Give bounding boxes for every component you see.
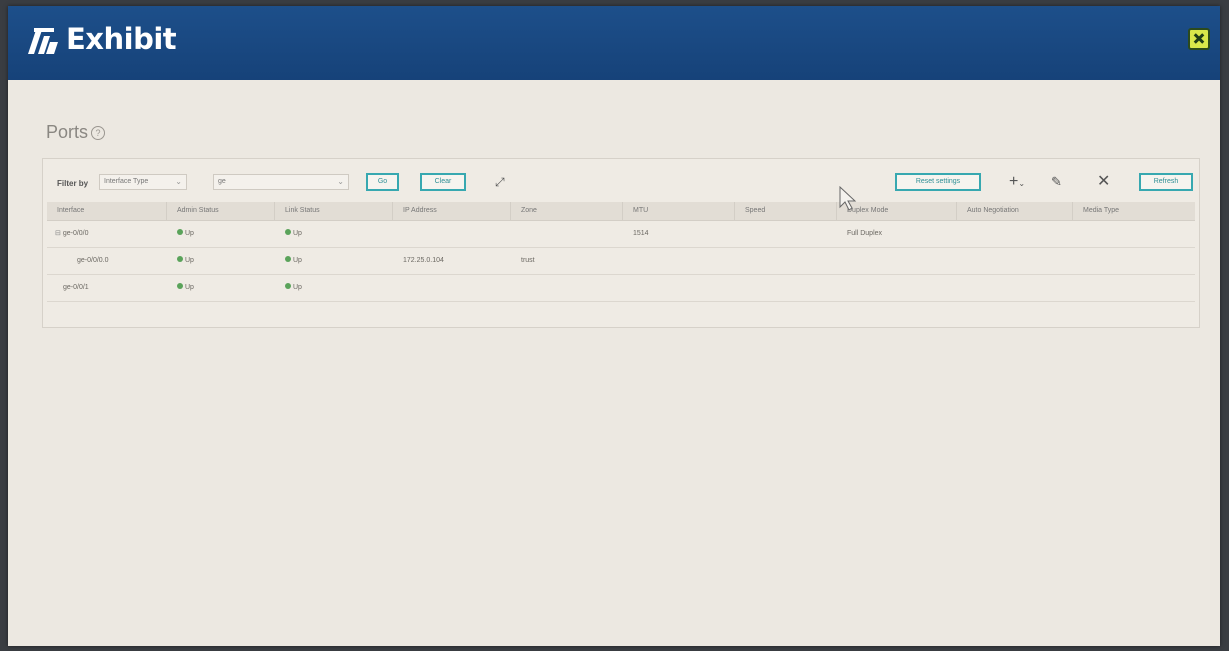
interface-name: ge-0/0/0 bbox=[62, 230, 89, 237]
exhibit-logo-icon bbox=[28, 28, 58, 54]
page-title: Ports? bbox=[46, 122, 106, 143]
link-status-cell: Up bbox=[285, 248, 302, 274]
admin-status-cell: Up bbox=[177, 248, 194, 274]
admin-status-text: Up bbox=[185, 257, 194, 264]
admin-status-cell: Up bbox=[177, 275, 194, 301]
exhibit-window: Exhibit Ports? Filter by Interface Type … bbox=[8, 6, 1220, 646]
clear-button[interactable]: Clear bbox=[420, 173, 466, 191]
admin-status-text: Up bbox=[185, 284, 194, 291]
filter-value-input[interactable]: ge ⌄ bbox=[213, 174, 349, 190]
mouse-cursor-icon bbox=[839, 186, 857, 211]
filter-value-text: ge bbox=[218, 178, 226, 185]
status-up-icon bbox=[177, 229, 183, 235]
link-status-cell: Up bbox=[285, 221, 302, 247]
expand-icon[interactable]: ⤢ bbox=[495, 173, 505, 191]
page-title-text: Ports bbox=[46, 122, 89, 142]
table-row[interactable]: ge-0/0/1 Up Up bbox=[47, 275, 1195, 302]
link-status-text: Up bbox=[293, 284, 302, 291]
status-up-icon bbox=[177, 256, 183, 262]
status-up-icon bbox=[285, 283, 291, 289]
main-content: Ports? Filter by Interface Type ⌄ ge ⌄ G… bbox=[8, 80, 1220, 646]
filter-label: Filter by bbox=[57, 179, 89, 188]
go-button[interactable]: Go bbox=[366, 173, 399, 191]
zone-cell: trust bbox=[521, 257, 535, 264]
admin-status-text: Up bbox=[185, 230, 194, 237]
chevron-down-icon: ⌄ bbox=[337, 177, 344, 186]
duplex-cell: Full Duplex bbox=[847, 230, 883, 237]
interface-cell: ge-0/0/0.0 bbox=[77, 257, 109, 264]
delete-icon[interactable]: ✕ bbox=[1097, 173, 1110, 191]
grid-header: Interface Admin Status Link Status IP Ad… bbox=[47, 202, 1195, 221]
status-up-icon bbox=[285, 229, 291, 235]
ports-panel: Filter by Interface Type ⌄ ge ⌄ Go Clear… bbox=[42, 158, 1200, 328]
column-header[interactable]: Interface bbox=[47, 202, 167, 220]
status-up-icon bbox=[285, 256, 291, 262]
close-icon[interactable] bbox=[1188, 28, 1210, 50]
interface-cell: ⊟ ge-0/0/0 bbox=[55, 221, 89, 247]
filter-field-select[interactable]: Interface Type ⌄ bbox=[99, 174, 187, 190]
collapse-icon[interactable]: ⊟ bbox=[55, 230, 61, 237]
column-header[interactable]: Admin Status bbox=[167, 202, 275, 220]
reset-settings-button[interactable]: Reset settings bbox=[895, 173, 981, 191]
help-icon[interactable]: ? bbox=[91, 126, 106, 140]
status-up-icon bbox=[177, 283, 183, 289]
column-header[interactable]: MTU bbox=[623, 202, 735, 220]
column-header[interactable]: Speed bbox=[735, 202, 837, 220]
link-status-text: Up bbox=[293, 230, 302, 237]
column-header[interactable]: Link Status bbox=[275, 202, 393, 220]
link-status-text: Up bbox=[293, 257, 302, 264]
interface-cell: ge-0/0/1 bbox=[63, 284, 89, 291]
mtu-cell: 1514 bbox=[633, 230, 649, 237]
add-icon[interactable]: +⌄ bbox=[1009, 173, 1025, 193]
filter-field-value: Interface Type bbox=[104, 178, 149, 185]
ip-address-cell: 172.25.0.104 bbox=[403, 257, 444, 264]
table-row[interactable]: ge-0/0/0.0 Up Up 172.25.0.104 trust bbox=[47, 248, 1195, 275]
column-header[interactable]: Auto Negotiation bbox=[957, 202, 1073, 220]
column-header[interactable]: Zone bbox=[511, 202, 623, 220]
toolbar: Filter by Interface Type ⌄ ge ⌄ Go Clear… bbox=[43, 159, 1199, 199]
column-header[interactable]: Media Type bbox=[1073, 202, 1195, 220]
title-bar: Exhibit bbox=[8, 6, 1220, 80]
window-title: Exhibit bbox=[66, 22, 177, 56]
admin-status-cell: Up bbox=[177, 221, 194, 247]
link-status-cell: Up bbox=[285, 275, 302, 301]
column-header[interactable]: IP Address bbox=[393, 202, 511, 220]
table-row[interactable]: ⊟ ge-0/0/0 Up Up 1514 Full Duplex bbox=[47, 221, 1195, 248]
edit-icon[interactable]: ✎ bbox=[1051, 173, 1062, 191]
chevron-down-icon: ⌄ bbox=[175, 177, 182, 186]
refresh-button[interactable]: Refresh bbox=[1139, 173, 1193, 191]
